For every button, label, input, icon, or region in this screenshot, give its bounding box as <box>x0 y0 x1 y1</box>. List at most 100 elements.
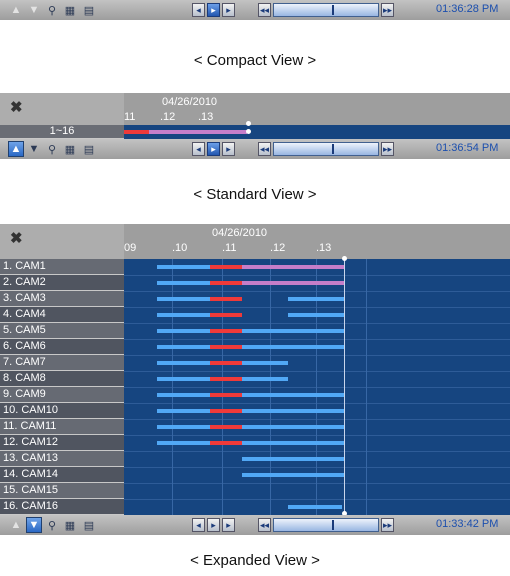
play-button[interactable]: ▸ <box>207 518 220 532</box>
calendar-icon[interactable]: ▦ <box>62 517 78 533</box>
fast-rewind-button[interactable]: ◂◂ <box>258 518 271 532</box>
row-divider <box>124 371 510 372</box>
next-frame-button[interactable]: ▸ <box>222 3 235 17</box>
slider-thumb[interactable] <box>332 5 334 15</box>
recording-segment <box>210 297 242 301</box>
fast-rewind-button[interactable]: ◂◂ <box>258 3 271 17</box>
compact-view-caption: < Compact View > <box>193 52 317 69</box>
fast-forward-button[interactable]: ▸▸ <box>381 518 394 532</box>
camera-row-label[interactable]: 2. CAM2 <box>0 275 124 291</box>
standard-header-right: 04/26/2010 11 .12 .13 <box>124 93 510 125</box>
recording-segment <box>157 345 210 349</box>
camera-row-label[interactable]: 1. CAM1 <box>0 259 124 275</box>
camera-row-label[interactable]: 9. CAM9 <box>0 387 124 403</box>
camera-range-label[interactable]: 1~16 <box>0 125 124 139</box>
camera-row-label[interactable]: 10. CAM10 <box>0 403 124 419</box>
triangle-up-icon[interactable]: ▲ <box>8 2 24 18</box>
triangle-down-icon[interactable]: ▼ <box>26 517 42 533</box>
row-divider <box>124 419 510 420</box>
compact-toolbar: ▲ ▼ ⚲ ▦ ▤ ◂ ▸ ▸ ◂◂ ▸▸ 01:36:28 PM <box>0 0 510 20</box>
recording-segment <box>210 409 242 413</box>
triangle-up-icon[interactable]: ▲ <box>8 517 24 533</box>
recording-segment <box>157 441 210 445</box>
recording-segment <box>288 297 344 301</box>
fast-rewind-button[interactable]: ◂◂ <box>258 142 271 156</box>
recording-segment <box>210 393 242 397</box>
recording-segment <box>157 281 210 285</box>
current-time-line <box>344 259 345 515</box>
recording-segment <box>157 265 210 269</box>
calendar-icon[interactable]: ▦ <box>62 2 78 18</box>
slider-thumb[interactable] <box>332 144 334 154</box>
camera-row-label[interactable]: 3. CAM3 <box>0 291 124 307</box>
camera-row-label[interactable]: 7. CAM7 <box>0 355 124 371</box>
zoom-icon[interactable]: ⚲ <box>44 141 60 157</box>
next-frame-button[interactable]: ▸ <box>222 142 235 156</box>
play-button[interactable]: ▸ <box>207 3 220 17</box>
row-divider <box>124 467 510 468</box>
triangle-down-icon[interactable]: ▼ <box>26 141 42 157</box>
previous-frame-button[interactable]: ◂ <box>192 3 205 17</box>
hour-tick: 09 <box>124 242 137 254</box>
camera-row-label[interactable]: 13. CAM13 <box>0 451 124 467</box>
hour-tick: .12 <box>160 111 176 123</box>
camera-row-label[interactable]: 6. CAM6 <box>0 339 124 355</box>
hour-tick: 11 <box>124 111 136 123</box>
close-icon[interactable]: ✖ <box>10 229 23 247</box>
playback-speed-slider[interactable] <box>273 142 379 156</box>
hour-tick: .13 <box>198 111 214 123</box>
standard-toolbar: ▲ ▼ ⚲ ▦ ▤ ◂ ▸ ▸ ◂◂ ▸▸ 01:36:54 PM <box>0 139 510 159</box>
export-icon[interactable]: ▤ <box>81 141 97 157</box>
camera-row-label[interactable]: 8. CAM8 <box>0 371 124 387</box>
triangle-up-icon[interactable]: ▲ <box>8 141 24 157</box>
playback-speed-slider[interactable] <box>273 518 379 532</box>
zoom-icon[interactable]: ⚲ <box>44 517 60 533</box>
recording-segment <box>210 425 242 429</box>
export-icon[interactable]: ▤ <box>81 517 97 533</box>
expanded-view: ✖ 04/26/2010 09 .10 .11 .12 .13 1. CAM1 2… <box>0 224 510 536</box>
recording-segment <box>242 345 344 349</box>
camera-row-label[interactable]: 16. CAM16 <box>0 499 124 515</box>
hour-tick: .11 <box>222 242 237 254</box>
recording-segment <box>242 457 344 461</box>
current-time: 01:36:54 PM <box>436 142 499 154</box>
recording-segment <box>210 281 242 285</box>
zoom-icon[interactable]: ⚲ <box>44 2 60 18</box>
fast-forward-button[interactable]: ▸▸ <box>381 142 394 156</box>
camera-row-label[interactable]: 12. CAM12 <box>0 435 124 451</box>
camera-row-label[interactable]: 11. CAM11 <box>0 419 124 435</box>
next-frame-button[interactable]: ▸ <box>222 518 235 532</box>
current-position-marker[interactable] <box>246 121 251 126</box>
camera-row-label[interactable]: 5. CAM5 <box>0 323 124 339</box>
recording-segment <box>157 377 210 381</box>
expanded-toolbar: ▲ ▼ ⚲ ▦ ▤ ◂ ▸ ▸ ◂◂ ▸▸ 01:33:42 PM <box>0 515 510 535</box>
recording-segment <box>242 361 288 365</box>
calendar-icon[interactable]: ▦ <box>62 141 78 157</box>
row-divider <box>124 291 510 292</box>
row-divider <box>124 451 510 452</box>
standard-view: ✖ 04/26/2010 11 .12 .13 1~16 ▲ ▼ ⚲ ▦ ▤ ◂… <box>0 93 510 171</box>
slider-thumb[interactable] <box>332 520 334 530</box>
recording-segment <box>210 345 242 349</box>
previous-frame-button[interactable]: ◂ <box>192 518 205 532</box>
current-position-marker[interactable] <box>342 256 347 261</box>
playback-speed-slider[interactable] <box>273 3 379 17</box>
row-divider <box>124 403 510 404</box>
play-button[interactable]: ▸ <box>207 142 220 156</box>
camera-row-label[interactable]: 4. CAM4 <box>0 307 124 323</box>
expanded-timeline-grid[interactable] <box>124 256 510 516</box>
previous-frame-button[interactable]: ◂ <box>192 142 205 156</box>
triangle-down-icon[interactable]: ▼ <box>26 2 42 18</box>
fast-forward-button[interactable]: ▸▸ <box>381 3 394 17</box>
camera-row-label[interactable]: 15. CAM15 <box>0 483 124 499</box>
standard-timeline-grid[interactable] <box>124 121 510 139</box>
camera-row-label[interactable]: 14. CAM14 <box>0 467 124 483</box>
current-time: 01:33:42 PM <box>436 518 499 530</box>
expanded-header-left: ✖ <box>0 224 124 259</box>
export-icon[interactable]: ▤ <box>81 2 97 18</box>
current-position-marker[interactable] <box>246 129 251 134</box>
recording-segment <box>242 377 288 381</box>
recording-segment <box>157 329 210 333</box>
close-icon[interactable]: ✖ <box>10 98 23 116</box>
expanded-header-right: 04/26/2010 09 .10 .11 .12 .13 <box>124 224 510 259</box>
